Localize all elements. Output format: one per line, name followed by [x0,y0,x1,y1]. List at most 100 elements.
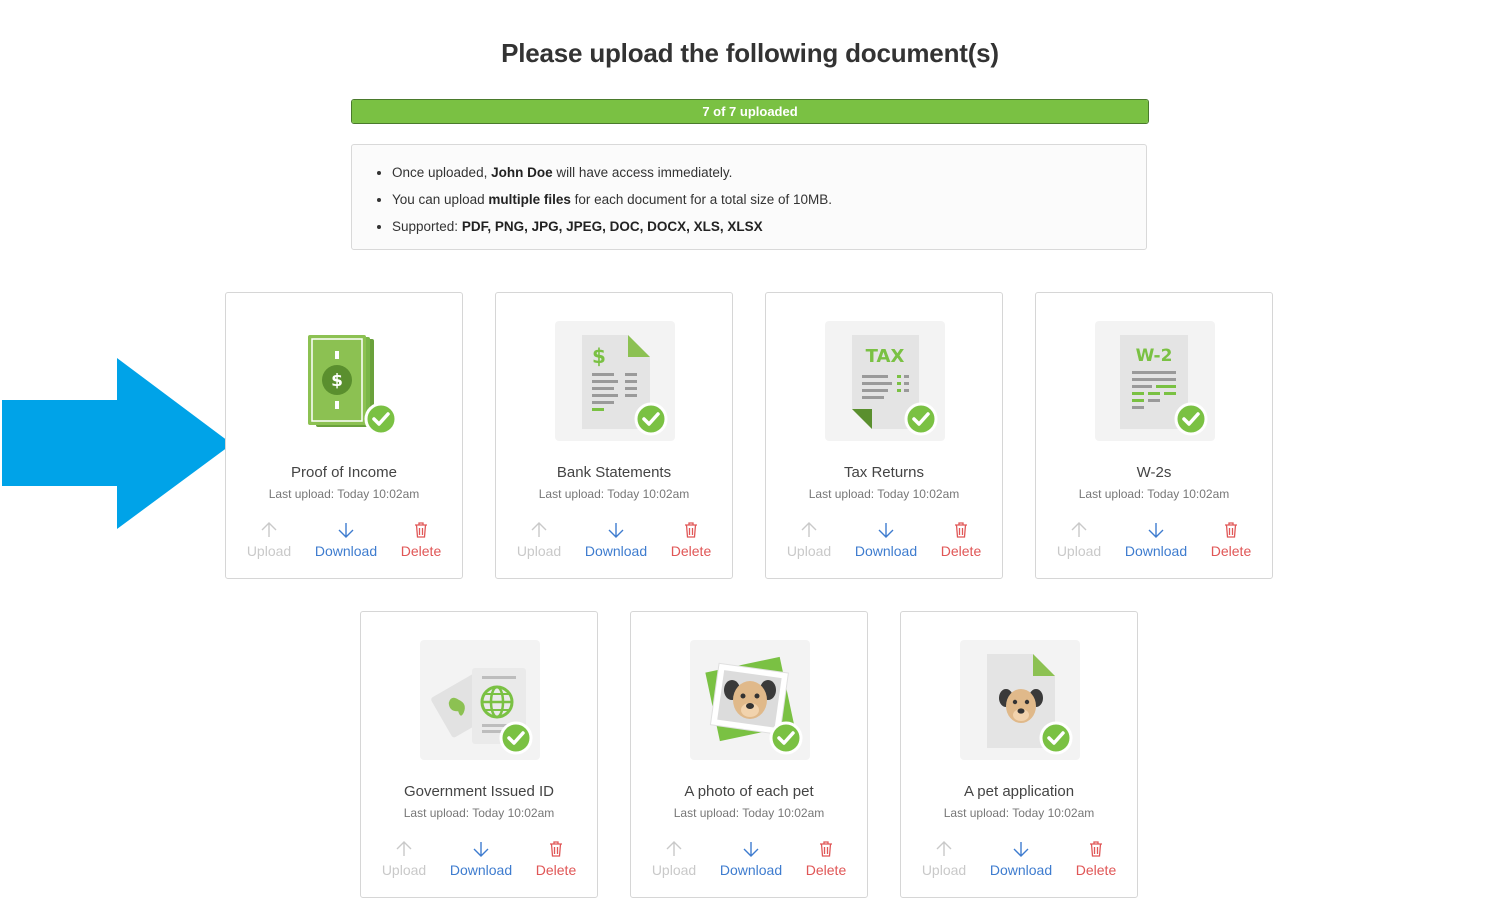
trash-icon [955,522,967,538]
upload-label: Upload [651,862,697,878]
card-last-upload: Last upload: Today 10:02am [808,487,960,501]
svg-text:W-2: W-2 [1136,346,1173,366]
arrow-up-icon [1071,522,1087,537]
arrow-down-icon [608,523,624,538]
card-title: Tax Returns [843,464,925,481]
download-label: Download [1124,543,1188,559]
download-button[interactable]: Download [716,840,786,878]
delete-button[interactable]: Delete [926,521,996,559]
arrow-up-icon [801,522,817,537]
document-card-bank-statements: $ Bank Statements Last upload: Today 10:… [495,292,733,579]
arrow-down-icon [338,523,354,538]
svg-text:$: $ [331,371,343,391]
arrow-down-icon [878,523,894,538]
download-label: Download [719,862,783,878]
download-label: Download [314,543,378,559]
card-last-upload: Last upload: Today 10:02am [673,806,825,820]
page-title: Please upload the following document(s) [501,38,999,68]
arrow-down-icon [1148,523,1164,538]
card-last-upload: Last upload: Today 10:02am [403,806,555,820]
progress-label: 7 of 7 uploaded [702,104,798,119]
svg-text:TAX: TAX [866,346,905,367]
trash-icon [550,841,562,857]
upload-button[interactable]: Upload [504,521,574,559]
upload-label: Upload [921,862,967,878]
upload-label: Upload [246,543,292,559]
arrow-up-icon [261,522,277,537]
download-label: Download [854,543,918,559]
upload-button[interactable]: Upload [234,521,304,559]
upload-button[interactable]: Upload [909,840,979,878]
card-title: Bank Statements [556,464,672,481]
upload-label: Upload [381,862,427,878]
download-label: Download [449,862,513,878]
delete-button[interactable]: Delete [656,521,726,559]
delete-button[interactable]: Delete [1061,840,1131,878]
money-icon: $ [308,335,398,436]
card-last-upload: Last upload: Today 10:02am [943,806,1095,820]
delete-button[interactable]: Delete [1196,521,1266,559]
trash-icon [820,841,832,857]
card-last-upload: Last upload: Today 10:02am [1078,487,1230,501]
passport-icon [420,640,540,760]
download-button[interactable]: Download [581,521,651,559]
card-title: Government Issued ID [403,783,555,800]
card-title: Proof of Income [291,464,397,481]
upload-button[interactable]: Upload [369,840,439,878]
arrow-up-icon [666,841,682,856]
delete-label: Delete [400,543,442,559]
upload-button[interactable]: Upload [774,521,844,559]
arrow-down-icon [1013,842,1029,857]
delete-button[interactable]: Delete [386,521,456,559]
document-card-w2s: W-2 W-2s Last upload: Today 10:02am Uplo… [1035,292,1273,579]
document-card-proof-of-income: $ Proof of Income Last upload: Today 10:… [225,292,463,579]
trash-icon [685,522,697,538]
delete-label: Delete [1210,543,1252,559]
card-last-upload: Last upload: Today 10:02am [538,487,690,501]
delete-label: Delete [670,543,712,559]
upload-label: Upload [786,543,832,559]
info-formats-note: Supported: PDF, PNG, JPG, JPEG, DOC, DOC… [392,213,1146,240]
arrow-up-icon [531,522,547,537]
upload-button[interactable]: Upload [639,840,709,878]
trash-icon [1225,522,1237,538]
download-button[interactable]: Download [446,840,516,878]
delete-label: Delete [535,862,577,878]
trash-icon [415,522,427,538]
delete-label: Delete [940,543,982,559]
bank-statement-icon: $ [555,321,675,441]
download-label: Download [584,543,648,559]
delete-label: Delete [805,862,847,878]
trash-icon [1090,841,1102,857]
pet-photo-icon [690,640,810,760]
arrow-down-icon [743,842,759,857]
w2-document-icon: W-2 [1095,321,1215,441]
document-card-tax-returns: TAX Tax Returns Last upload: Today 10:02… [765,292,1003,579]
document-card-government-issued-id: Government Issued ID Last upload: Today … [360,611,598,898]
arrow-right-icon [2,358,232,529]
card-last-upload: Last upload: Today 10:02am [268,487,420,501]
download-label: Download [989,862,1053,878]
upload-label: Upload [516,543,562,559]
upload-button[interactable]: Upload [1044,521,1114,559]
download-button[interactable]: Download [1121,521,1191,559]
upload-info-box: Once uploaded, John Doe will have access… [351,144,1147,250]
svg-text:$: $ [592,344,606,368]
card-title: W-2s [1136,464,1172,481]
download-button[interactable]: Download [311,521,381,559]
card-title: A photo of each pet [684,783,814,800]
delete-button[interactable]: Delete [521,840,591,878]
info-size-note: You can upload multiple files for each d… [392,186,1146,213]
delete-label: Delete [1075,862,1117,878]
delete-button[interactable]: Delete [791,840,861,878]
arrow-down-icon [473,842,489,857]
document-card-pet-application: A pet application Last upload: Today 10:… [900,611,1138,898]
info-access-note: Once uploaded, John Doe will have access… [392,159,1146,186]
download-button[interactable]: Download [851,521,921,559]
document-card-pet-photo: A photo of each pet Last upload: Today 1… [630,611,868,898]
arrow-up-icon [396,841,412,856]
tax-document-icon: TAX [825,321,945,441]
download-button[interactable]: Download [986,840,1056,878]
upload-progress-bar: 7 of 7 uploaded [351,99,1149,124]
upload-label: Upload [1056,543,1102,559]
